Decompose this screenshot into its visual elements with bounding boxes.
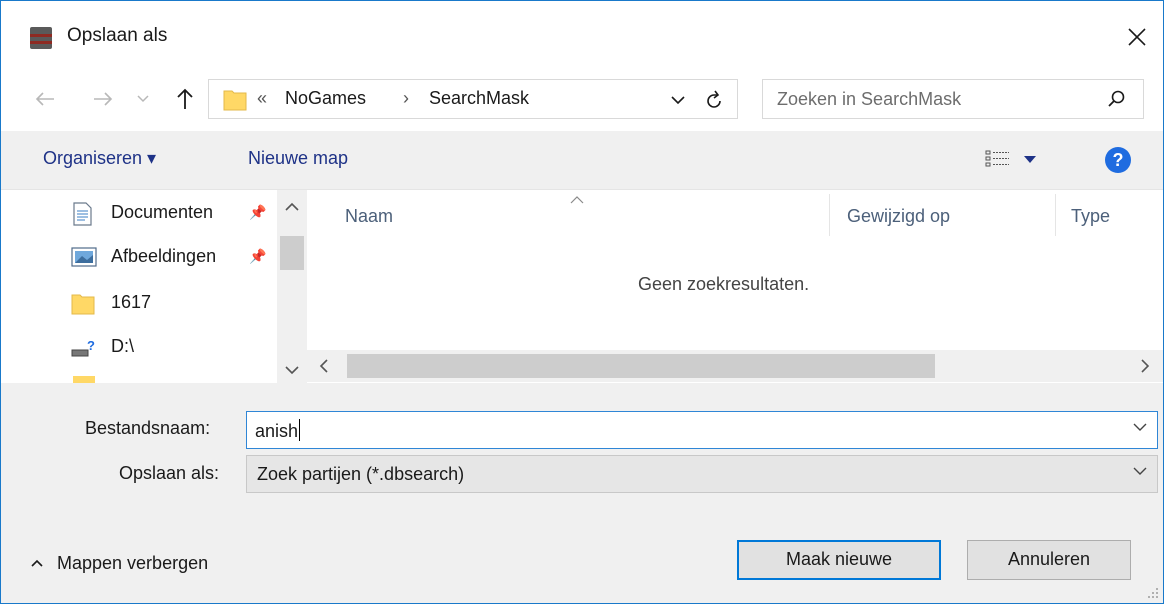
chevron-right-icon[interactable] [1141, 359, 1150, 373]
pictures-icon [71, 247, 97, 267]
resize-grip-icon[interactable] [1147, 587, 1159, 599]
up-button[interactable] [171, 85, 199, 113]
chevron-up-icon [31, 559, 43, 567]
column-header-naam[interactable]: Naam [345, 206, 393, 227]
forward-button[interactable] [89, 85, 117, 113]
chevron-down-icon[interactable] [285, 366, 299, 375]
filename-value: anish [255, 419, 301, 441]
window-title: Opslaan als [67, 25, 168, 46]
nav-item-label: Afbeeldingen [111, 246, 217, 266]
breadcrumb-separator[interactable]: › [403, 88, 409, 109]
close-button[interactable] [1115, 15, 1159, 59]
nav-item-label: Documenten [111, 202, 214, 222]
nav-item-label: 1617 [111, 292, 152, 312]
documents-icon [73, 202, 92, 226]
refresh-icon[interactable] [705, 90, 723, 110]
arrow-right-icon [94, 92, 113, 106]
save-as-dialog: Opslaan als « NoGames › SearchMask Zoeke… [0, 0, 1164, 604]
column-header-type[interactable]: Type [1071, 206, 1110, 227]
breadcrumb-searchmask[interactable]: SearchMask [429, 88, 529, 109]
help-icon[interactable]: ? [1105, 147, 1131, 173]
svg-text:?: ? [87, 338, 95, 353]
filetype-value: Zoek partijen (*.dbsearch) [257, 464, 465, 484]
drive-icon: ? [71, 338, 95, 357]
folder-icon [71, 294, 95, 315]
column-divider[interactable] [829, 194, 830, 236]
folder-icon [223, 90, 247, 111]
nav-pane-scrollbar[interactable] [277, 190, 307, 383]
recent-locations-button[interactable] [133, 85, 153, 113]
nav-item-drive-d[interactable]: ? D:\ [71, 332, 281, 366]
close-icon [1128, 28, 1146, 46]
navigation-pane: Documenten 📌 Afbeeldingen 📌 1617 ? D:\ [1, 190, 307, 383]
chevron-down-icon [137, 95, 149, 103]
title-bar: Opslaan als [1, 1, 1163, 77]
nav-item-label: D:\ [111, 336, 135, 356]
chevron-down-icon[interactable] [671, 96, 685, 105]
database-icon [30, 27, 52, 49]
new-folder-button[interactable]: Nieuwe map [248, 148, 348, 169]
nav-item-documenten[interactable]: Documenten 📌 [71, 198, 281, 232]
scrollbar-thumb[interactable] [347, 354, 935, 378]
chevron-up-icon[interactable] [285, 202, 299, 211]
file-list: Naam Gewijzigd op Type Geen zoekresultat… [307, 190, 1163, 383]
command-toolbar: Organiseren ▾ Nieuwe map ? [1, 131, 1163, 190]
pin-icon: 📌 [249, 204, 267, 220]
pin-icon: 📌 [249, 248, 267, 264]
address-bar[interactable]: « NoGames › SearchMask [208, 79, 738, 119]
search-input[interactable]: Zoeken in SearchMask [762, 79, 1144, 119]
arrow-up-icon [177, 88, 193, 109]
back-button[interactable] [31, 85, 59, 113]
sort-ascending-icon [570, 196, 584, 204]
search-placeholder: Zoeken in SearchMask [777, 89, 962, 109]
save-button[interactable]: Maak nieuwe [737, 540, 941, 580]
chevron-left-icon[interactable] [319, 359, 328, 373]
chevron-down-icon[interactable] [1133, 423, 1147, 432]
column-divider[interactable] [1055, 194, 1056, 236]
organize-menu[interactable]: Organiseren ▾ [43, 148, 156, 169]
hide-folders-toggle[interactable]: Mappen verbergen [31, 553, 208, 574]
hide-folders-label: Mappen verbergen [57, 553, 209, 573]
view-options-button[interactable] [985, 149, 1051, 171]
chevron-down-icon [1024, 156, 1036, 163]
save-options-panel: Bestandsnaam: anish Opslaan als: Zoek pa… [1, 383, 1163, 603]
cancel-button[interactable]: Annuleren [967, 540, 1131, 580]
folder-icon [73, 376, 95, 383]
nav-item-afbeeldingen[interactable]: Afbeeldingen 📌 [71, 242, 281, 276]
file-list-scrollbar[interactable] [307, 350, 1163, 382]
details-view-icon [985, 150, 1009, 167]
scrollbar-thumb[interactable] [280, 236, 304, 270]
filetype-label: Opslaan als: [119, 463, 220, 483]
arrow-left-icon [35, 92, 54, 106]
chevron-down-icon [1133, 467, 1147, 475]
search-icon[interactable] [1108, 90, 1126, 108]
filename-field[interactable]: anish [246, 411, 1158, 449]
empty-results-message: Geen zoekresultaten. [638, 274, 810, 294]
filetype-select[interactable]: Zoek partijen (*.dbsearch) [246, 455, 1158, 493]
nav-item-1617[interactable]: 1617 [71, 288, 281, 322]
breadcrumb-overflow[interactable]: « [257, 88, 267, 109]
breadcrumb-nogames[interactable]: NoGames [285, 88, 366, 109]
filename-label: Bestandsnaam: [85, 418, 211, 438]
column-header-gewijzigd-op[interactable]: Gewijzigd op [847, 206, 950, 227]
